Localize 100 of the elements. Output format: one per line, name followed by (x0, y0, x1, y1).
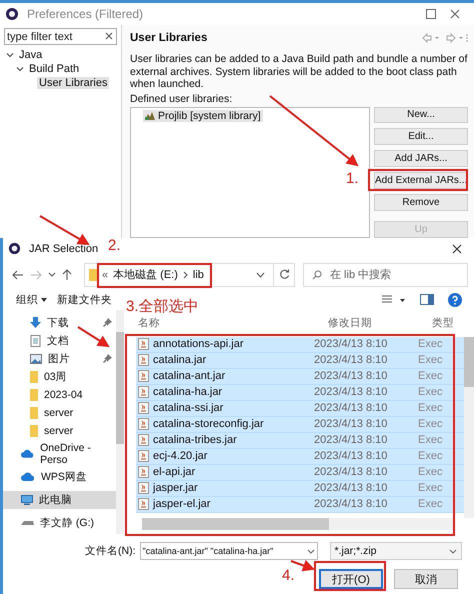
nav-item[interactable]: 03周 (3, 368, 116, 386)
nav-item[interactable]: 文档 (3, 332, 116, 350)
file-name: ecj-4.20.jar (153, 450, 208, 462)
annotation-label: 1. (346, 171, 359, 186)
path-segment[interactable]: 本地磁盘 (E:) (113, 267, 178, 282)
column-header[interactable]: 修改日期 (328, 316, 432, 330)
file-type-dropdown[interactable]: *.jar;*.zip (330, 542, 462, 560)
file-row[interactable]: catalina-ha.jar 2023/4/13 8:10 Exec (136, 384, 464, 401)
file-row[interactable]: jasper.jar 2023/4/13 8:10 Exec (136, 480, 464, 497)
help-icon[interactable] (448, 292, 462, 307)
column-header[interactable]: 名称 (130, 316, 328, 330)
nav-item[interactable]: OneDrive - Perso (3, 444, 116, 463)
file-row[interactable]: catalina-ssi.jar 2023/4/13 8:10 Exec (136, 400, 464, 417)
file-name: jasper-el.jar (153, 498, 210, 510)
path-segment[interactable]: lib (192, 268, 204, 281)
scrollbar[interactable] (142, 518, 454, 530)
file-type: Exec (418, 434, 444, 446)
filter-field[interactable]: type filter text (4, 28, 117, 45)
view-list-icon[interactable] (382, 294, 406, 305)
jar-file-icon (138, 402, 149, 414)
nav-item[interactable]: 2023-04 (3, 386, 116, 404)
jar-file-icon (138, 354, 149, 366)
file-name: el-api.jar (153, 466, 196, 478)
file-type: Exec (418, 338, 444, 350)
folder-icon (30, 388, 38, 401)
folder-icon (30, 406, 38, 419)
file-row[interactable]: ecj-4.20.jar 2023/4/13 8:10 Exec (136, 448, 464, 465)
file-date: 2023/4/13 8:10 (314, 498, 388, 510)
nav-item[interactable]: 下载 (3, 314, 116, 332)
file-row[interactable]: catalina-tribes.jar 2023/4/13 8:10 Exec (136, 432, 464, 449)
file-type: Exec (418, 370, 444, 382)
file-date: 2023/4/13 8:10 (314, 434, 388, 446)
library-icon (145, 111, 155, 120)
app-icon (5, 7, 19, 21)
tree-item[interactable]: Build Path (27, 63, 82, 75)
filename-field[interactable]: "catalina-ant.jar" "catalina-ha.jar" (140, 542, 318, 560)
dropdown-icon[interactable] (256, 272, 265, 278)
nav-item[interactable]: 此电脑 (3, 490, 116, 509)
jar-file-icon (138, 450, 149, 462)
column-header[interactable]: 类型 (432, 316, 462, 330)
dropdown-icon[interactable] (48, 272, 56, 278)
file-type: Exec (418, 482, 444, 494)
file-date: 2023/4/13 8:10 (314, 418, 388, 430)
preview-pane-icon[interactable] (420, 294, 434, 306)
open-button[interactable]: 打开(O) (319, 569, 383, 590)
file-type: Exec (418, 450, 444, 462)
close-icon[interactable] (452, 244, 462, 254)
document-icon (30, 334, 41, 347)
organize-menu[interactable]: 组织 (16, 292, 47, 307)
close-icon[interactable] (450, 9, 460, 19)
dropdown-icon[interactable] (306, 548, 314, 554)
file-row[interactable]: catalina-storeconfig.jar 2023/4/13 8:10 Exec (136, 416, 464, 433)
address-bar[interactable]: « 本地磁盘 (E:) lib (84, 262, 274, 287)
dialog-button[interactable]: Edit... (374, 128, 468, 146)
tree-item[interactable]: Java (17, 49, 44, 61)
tree-item[interactable]: User Libraries (37, 77, 110, 89)
search-field[interactable]: 在 lib 中搜索 (303, 262, 468, 287)
cancel-button[interactable]: 取消 (394, 569, 458, 590)
overflow-chevrons[interactable]: « (102, 268, 108, 281)
nav-item[interactable]: 图片 (3, 350, 116, 368)
highlight-frame (314, 561, 386, 591)
chevron-icon[interactable] (6, 51, 14, 59)
clear-icon[interactable] (105, 32, 113, 40)
drive-icon (21, 520, 34, 526)
file-type: Exec (418, 354, 444, 366)
jar-file-icon (138, 370, 149, 382)
back-icon[interactable] (12, 270, 24, 280)
jar-file-icon (138, 498, 149, 510)
file-type: Exec (418, 418, 444, 430)
file-row[interactable]: el-api.jar 2023/4/13 8:10 Exec (136, 464, 464, 481)
dialog-button[interactable]: New... (374, 106, 468, 124)
refresh-button[interactable] (273, 262, 295, 287)
scrollbar[interactable] (464, 336, 474, 518)
file-row[interactable]: annotations-api.jar 2023/4/13 8:10 Exec (136, 336, 464, 353)
new-folder-button[interactable]: 新建文件夹 (57, 292, 112, 307)
file-date: 2023/4/13 8:10 (314, 338, 388, 350)
file-name: catalina-storeconfig.jar (153, 418, 264, 430)
chevron-icon[interactable] (16, 65, 24, 73)
file-row[interactable]: catalina.jar 2023/4/13 8:10 Exec (136, 352, 464, 369)
maximize-icon[interactable] (426, 9, 436, 19)
file-row[interactable]: jasper-el.jar 2023/4/13 8:10 Exec (136, 496, 464, 513)
file-row[interactable]: catalina-ant.jar 2023/4/13 8:10 Exec (136, 368, 464, 385)
jar-file-icon (138, 386, 149, 398)
window-title: JAR Selection (29, 242, 98, 255)
scrollbar[interactable] (116, 310, 124, 534)
list-label: Defined user libraries: (130, 92, 234, 104)
page-title: User Libraries (130, 32, 208, 44)
nav-item[interactable]: server (3, 422, 116, 440)
dialog-button[interactable]: Add JARs... (374, 150, 468, 168)
library-item[interactable]: Projlib [system library] (143, 110, 263, 122)
app-icon (8, 242, 21, 256)
nav-item[interactable]: server (3, 404, 116, 422)
dialog-button[interactable]: Remove (374, 194, 468, 212)
file-name: catalina-ant.jar (153, 370, 226, 382)
nav-item[interactable]: WPS网盘 (3, 468, 116, 486)
up-icon[interactable] (62, 268, 72, 281)
dialog-button[interactable]: Add External JARs... (374, 172, 468, 190)
file-type: Exec (418, 498, 444, 510)
nav-item[interactable]: 李文静 (G:) (3, 514, 116, 532)
file-date: 2023/4/13 8:10 (314, 482, 388, 494)
